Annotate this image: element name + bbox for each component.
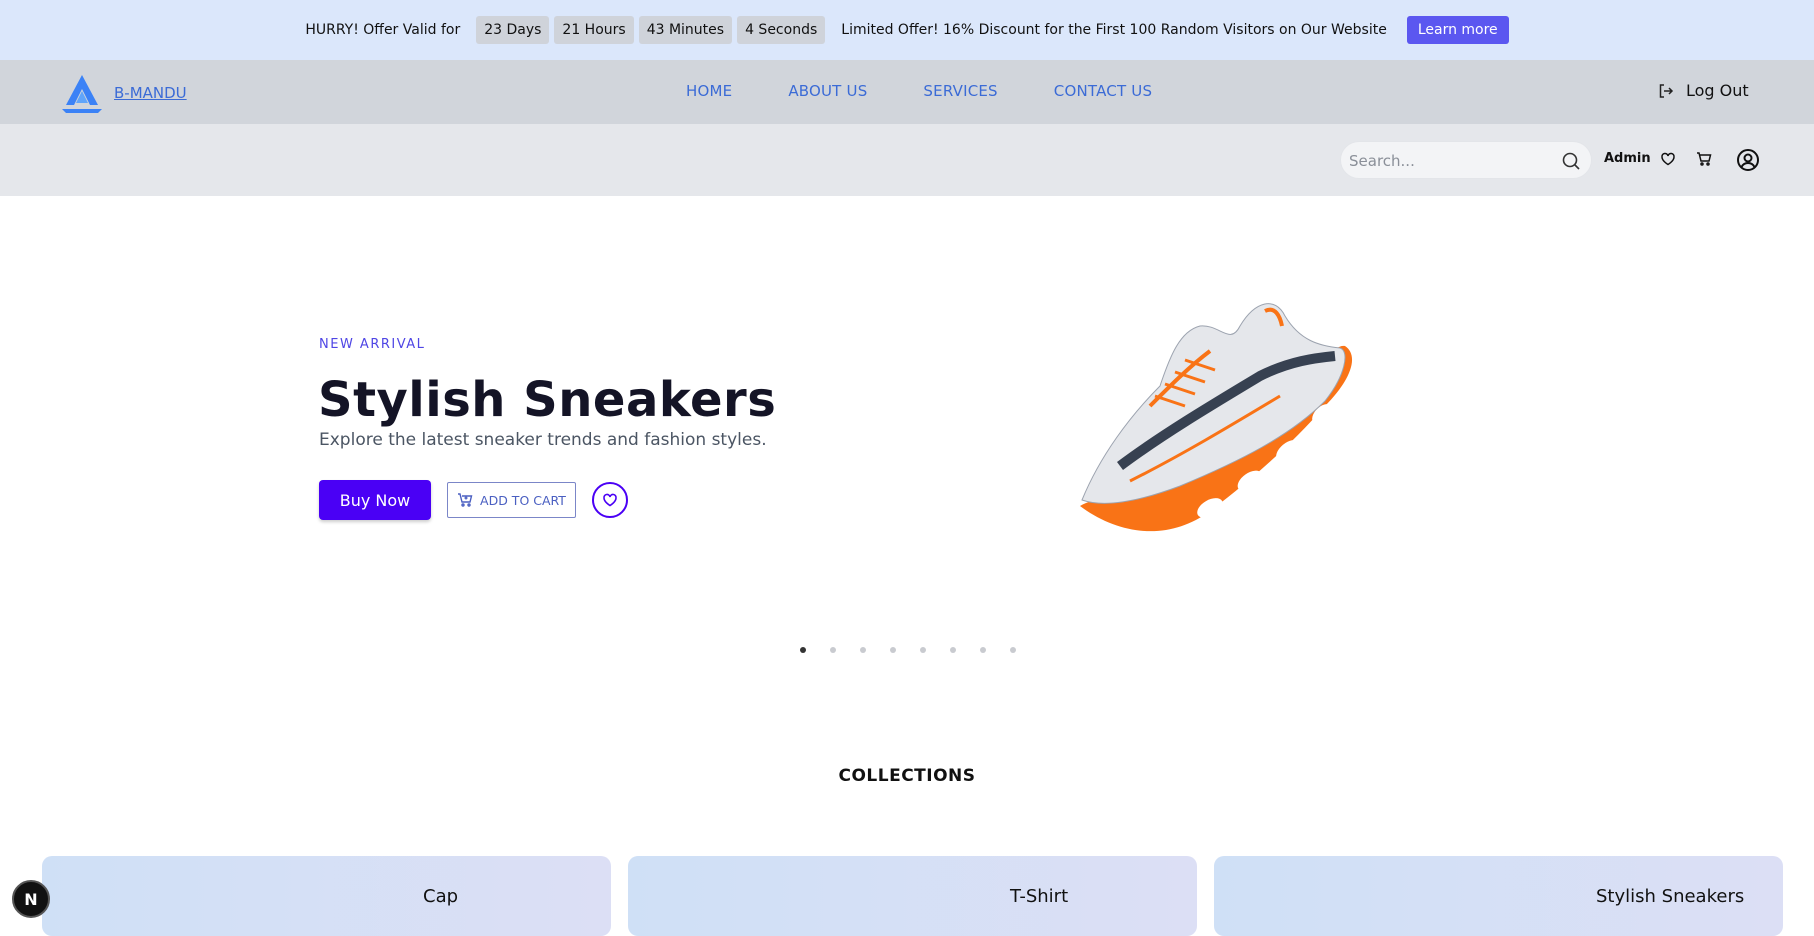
add-to-cart-button[interactable]: ADD TO CART — [447, 482, 576, 518]
search-icon[interactable] — [1561, 151, 1581, 171]
nav-link-about[interactable]: ABOUT US — [788, 82, 867, 100]
collection-card-label: Stylish Sneakers — [1596, 886, 1745, 907]
add-to-cart-label: ADD TO CART — [480, 492, 566, 508]
search-box — [1340, 141, 1592, 179]
collection-card-label: T-Shirt — [1010, 886, 1069, 907]
collection-cards: Cap T-Shirt Stylish Sneakers — [42, 856, 1783, 936]
countdown-minutes: 43 Minutes — [638, 16, 733, 44]
user-name: Admin — [1604, 151, 1651, 166]
nav-link-home[interactable]: HOME — [686, 82, 732, 100]
hero-eyebrow: NEW ARRIVAL — [319, 337, 426, 352]
countdown-timer: 23 Days 21 Hours 43 Minutes 4 Seconds — [476, 16, 826, 44]
carousel-dot[interactable] — [920, 647, 926, 653]
utility-bar: Admin — [0, 124, 1814, 196]
carousel-dot[interactable] — [980, 647, 986, 653]
brand-logo-icon — [62, 75, 102, 113]
learn-more-button[interactable]: Learn more — [1406, 16, 1509, 44]
nav-link-contact[interactable]: CONTACT US — [1054, 82, 1152, 100]
user-account-icon[interactable] — [1736, 148, 1760, 172]
carousel-dot[interactable] — [860, 647, 866, 653]
collection-card-cap[interactable]: Cap — [42, 856, 611, 936]
collection-card-tshirt[interactable]: T-Shirt — [628, 856, 1197, 936]
carousel-dot[interactable] — [1010, 647, 1016, 653]
logout-button[interactable]: Log Out — [1658, 81, 1749, 100]
logout-label: Log Out — [1686, 81, 1749, 100]
add-cart-icon — [458, 493, 473, 507]
hero-title: Stylish Sneakers — [318, 372, 777, 428]
offer-banner: HURRY! Offer Valid for 23 Days 21 Hours … — [0, 0, 1814, 60]
offer-description: Limited Offer! 16% Discount for the Firs… — [841, 22, 1387, 38]
collections-heading: COLLECTIONS — [838, 766, 976, 786]
countdown-seconds: 4 Seconds — [737, 16, 826, 44]
carousel-dots — [800, 647, 1016, 653]
countdown-days: 23 Days — [476, 16, 550, 44]
carousel-dot[interactable] — [890, 647, 896, 653]
wishlist-button[interactable] — [592, 482, 628, 518]
brand-name: B-MANDU — [114, 84, 187, 102]
dev-tools-badge[interactable]: N — [12, 880, 50, 918]
search-input[interactable] — [1349, 150, 1549, 172]
wishlist-heart-icon[interactable] — [1660, 151, 1676, 167]
brand-logo-link[interactable]: B-MANDU — [60, 73, 187, 113]
carousel-dot[interactable] — [950, 647, 956, 653]
hero-subtitle: Explore the latest sneaker trends and fa… — [319, 430, 767, 450]
main-navbar: B-MANDU HOME ABOUT US SERVICES CONTACT U… — [0, 60, 1814, 124]
logout-icon — [1659, 83, 1674, 98]
collection-card-sneakers[interactable]: Stylish Sneakers — [1214, 856, 1783, 936]
sneaker-product-image — [1080, 303, 1353, 532]
nav-links: HOME ABOUT US SERVICES CONTACT US — [686, 82, 1152, 100]
cart-icon[interactable] — [1696, 151, 1712, 167]
carousel-dot[interactable] — [800, 647, 806, 653]
countdown-hours: 21 Hours — [554, 16, 634, 44]
heart-icon — [603, 493, 617, 507]
offer-lead-text: HURRY! Offer Valid for — [305, 22, 461, 38]
buy-now-button[interactable]: Buy Now — [319, 480, 431, 520]
collection-card-label: Cap — [423, 886, 459, 907]
carousel-dot[interactable] — [830, 647, 836, 653]
nav-link-services[interactable]: SERVICES — [923, 82, 997, 100]
